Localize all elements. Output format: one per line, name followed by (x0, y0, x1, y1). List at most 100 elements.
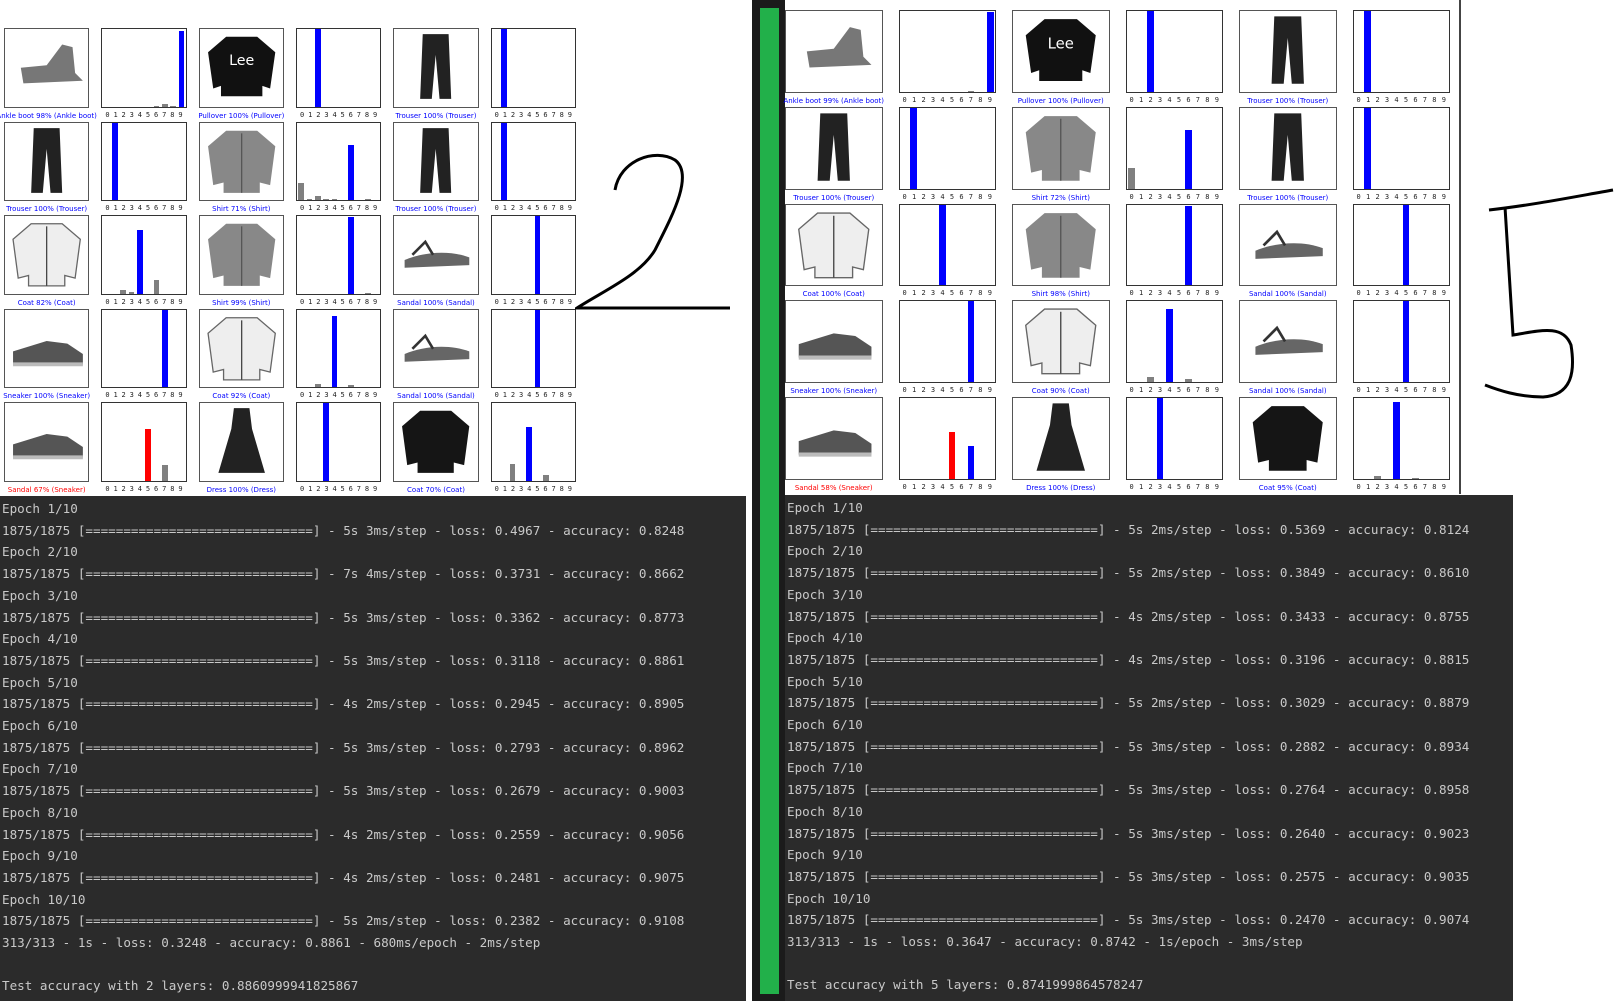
x-tick-label: 5 (340, 297, 345, 306)
x-tick-label: 1 (113, 391, 118, 400)
x-tick-label: 3 (1384, 483, 1390, 491)
bar-plot-area (1352, 397, 1450, 480)
plot-image-cell: Coat 90% (Coat) (1012, 300, 1110, 397)
probability-bar-chart: 0123456789 (101, 402, 187, 496)
x-tick-label: 3 (1157, 483, 1163, 491)
terminal-line: 1875/1875 [=============================… (787, 825, 1470, 841)
x-tick-label: 7 (1422, 483, 1427, 491)
x-tick-label: 0 (902, 289, 907, 298)
x-tick-label: 4 (1167, 386, 1172, 395)
terminal-line: 1875/1875 [=============================… (2, 913, 685, 929)
x-tick-label: 8 (170, 297, 175, 306)
probability-bar (161, 465, 168, 481)
x-tick-label: 3 (519, 484, 524, 493)
x-tick-label: 8 (1432, 386, 1437, 395)
x-tick-label: 9 (567, 391, 572, 400)
x-tick-label: 9 (1441, 483, 1446, 491)
x-tick-label: 9 (567, 204, 572, 213)
x-tick-label: 6 (543, 204, 548, 213)
prediction-caption: Sandal 100% (Sandal) (397, 392, 475, 401)
x-tick-label: 1 (1365, 483, 1371, 491)
handwritten-annotation-five (1484, 188, 1614, 399)
x-axis-ticks: 0123456789 (491, 204, 576, 212)
terminal-line: 1875/1875 [=============================… (787, 565, 1470, 581)
x-tick-label: 5 (1403, 289, 1409, 298)
x-tick-label: 8 (1205, 483, 1210, 491)
x-tick-label: 1 (1138, 95, 1144, 104)
x-tick-label: 4 (527, 110, 532, 119)
x-tick-label: 4 (1394, 483, 1399, 491)
probability-bar (509, 463, 516, 481)
x-tick-label: 3 (930, 95, 936, 104)
prediction-caption: Trouser 100% (Trouser) (1247, 193, 1329, 202)
x-tick-label: 1 (113, 484, 118, 493)
probability-bar (1393, 402, 1400, 479)
x-axis-ticks: 0123456789 (296, 391, 381, 399)
x-tick-label: 5 (1403, 95, 1409, 104)
x-tick-label: 0 (1356, 289, 1361, 298)
probability-bar-chart: 0123456789 (1125, 203, 1223, 301)
x-tick-label: 0 (300, 204, 305, 213)
x-tick-label: 7 (968, 483, 973, 491)
prediction-caption: Sandal 100% (Sandal) (1248, 290, 1327, 299)
x-tick-label: 8 (559, 484, 564, 493)
probability-bar-chart: 0123456789 (296, 308, 382, 403)
x-tick-label: 0 (1356, 95, 1361, 104)
terminal-line: Epoch 5/10 (787, 673, 863, 689)
x-tick-label: 4 (527, 391, 532, 400)
plot-image-cell: Ankle boot 99% (Ankle boot) (784, 10, 884, 107)
prediction-caption: Trouser 100% (Trouser) (395, 205, 477, 214)
x-tick-label: 3 (1384, 192, 1390, 201)
terminal-line: Test accuracy with 5 layers: 0.874199986… (787, 977, 1144, 993)
x-tick-label: 8 (559, 110, 564, 119)
prediction-caption: Sandal 67% (Sneaker) (7, 485, 86, 494)
x-tick-label: 9 (987, 289, 992, 298)
x-tick-label: 5 (145, 204, 151, 213)
x-tick-label: 8 (1205, 289, 1210, 298)
sandal-image (393, 308, 479, 389)
x-tick-label: 3 (930, 483, 936, 491)
x-tick-label: 5 (1176, 289, 1182, 298)
plot-image-cell: Sandal 67% (Sneaker) (4, 402, 90, 496)
x-tick-label: 4 (940, 95, 945, 104)
x-tick-label: 9 (987, 95, 992, 104)
x-tick-label: 0 (494, 484, 499, 493)
x-tick-label: 8 (1205, 95, 1210, 104)
prediction-caption: Dress 100% (Dress) (206, 485, 276, 494)
x-tick-label: 8 (170, 391, 175, 400)
probability-bar (314, 29, 321, 107)
terminal-line: 1875/1875 [=============================… (787, 521, 1470, 537)
probability-bar (128, 292, 135, 294)
x-tick-label: 5 (1176, 192, 1182, 201)
x-tick-label: 7 (162, 391, 167, 400)
x-axis-ticks: 0123456789 (296, 298, 381, 306)
right-prediction-grid: Ankle boot 99% (Ankle boot) 0 1 2 3 4 5 6 7 8 9 Lee… (784, 10, 1451, 494)
ankle-boot-image (785, 10, 883, 93)
x-tick-label: 3 (1157, 192, 1163, 201)
probability-bar-chart: 0123456789 (490, 121, 576, 216)
x-axis-ticks: 0123456789 (101, 111, 186, 119)
x-tick-label: 6 (959, 95, 964, 104)
bar-plot-area (296, 402, 382, 482)
probability-bar (331, 316, 338, 388)
probability-bar-chart: 0123456789 (101, 215, 187, 309)
x-tick-label: 7 (551, 204, 556, 213)
probability-bar (1156, 398, 1164, 479)
probability-bar (306, 199, 313, 201)
probability-bar (967, 301, 975, 383)
x-tick-label: 8 (1205, 192, 1210, 201)
x-tick-label: 6 (1413, 192, 1418, 201)
pullover-image: Lee (198, 28, 284, 108)
x-axis-ticks: 0123456789 (1353, 193, 1451, 201)
left-terminal-output: Epoch 1/10 1875/1875 [===================… (0, 496, 746, 1001)
x-tick-label: 9 (987, 386, 992, 395)
x-tick-label: 1 (502, 391, 507, 400)
x-tick-label: 1 (911, 192, 917, 201)
bar-plot-area (1352, 300, 1450, 384)
x-tick-label: 7 (1195, 386, 1200, 395)
x-axis-ticks: 0123456789 (899, 193, 997, 201)
sneaker-image (785, 397, 883, 480)
x-tick-label: 9 (1441, 95, 1446, 104)
bar-plot-area (101, 308, 187, 389)
probability-bar-chart: 0123456789 (1125, 397, 1223, 494)
